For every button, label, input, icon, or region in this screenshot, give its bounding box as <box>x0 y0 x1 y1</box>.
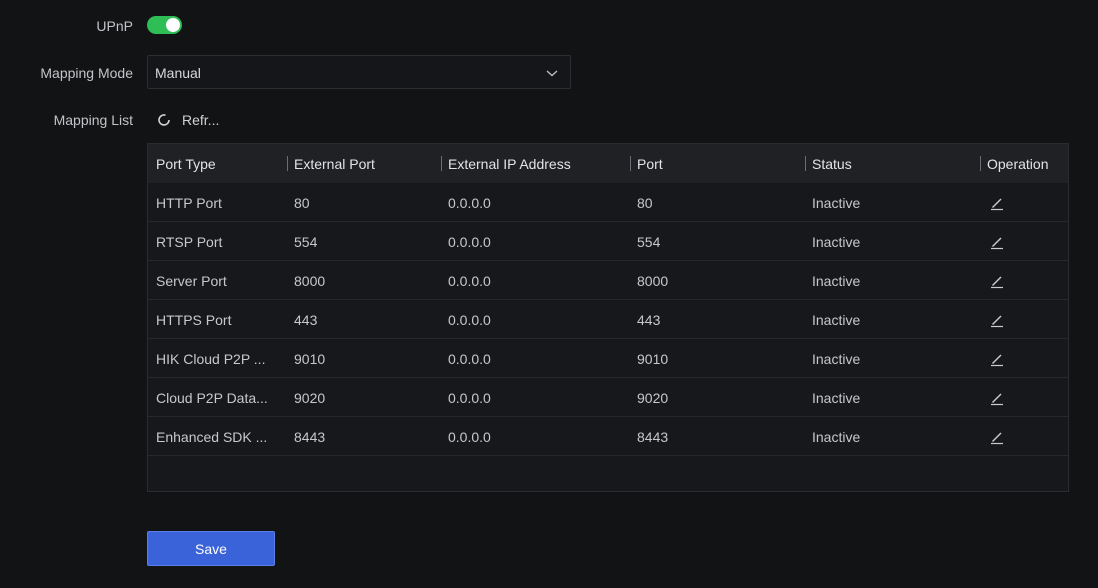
edit-button[interactable] <box>988 350 1006 368</box>
column-separator[interactable] <box>287 156 288 171</box>
cell-port-type: Cloud P2P Data... <box>156 390 268 406</box>
edit-button[interactable] <box>988 233 1006 251</box>
upnp-label: UPnP <box>96 18 133 34</box>
cell-external-ip: 0.0.0.0 <box>448 429 491 445</box>
cell-port-type: Enhanced SDK ... <box>156 429 268 445</box>
cell-port-type: HTTPS Port <box>156 312 232 328</box>
cell-port-type: HIK Cloud P2P ... <box>156 351 266 367</box>
cell-status: Inactive <box>812 390 861 406</box>
mapping-mode-value: Manual <box>155 65 201 81</box>
cell-status: Inactive <box>812 273 861 289</box>
chevron-down-icon <box>546 70 558 77</box>
cell-external-port: 9020 <box>294 390 326 406</box>
column-separator[interactable] <box>805 156 806 171</box>
edit-pencil-icon <box>991 432 1003 445</box>
upnp-settings-page: UPnP Mapping Mode Manual Mapping List Re… <box>0 0 1098 588</box>
cell-port: 8000 <box>637 273 669 289</box>
cell-status: Inactive <box>812 312 861 328</box>
column-separator[interactable] <box>980 156 981 171</box>
table-row: HTTP Port 80 0.0.0.0 80 Inactive <box>148 183 1068 222</box>
column-separator[interactable] <box>630 156 631 171</box>
cell-port: 9020 <box>637 390 669 406</box>
cell-external-port: 443 <box>294 312 318 328</box>
table-row: HTTPS Port 443 0.0.0.0 443 Inactive <box>148 300 1068 339</box>
refresh-label: Refr... <box>182 112 220 128</box>
cell-external-ip: 0.0.0.0 <box>448 195 491 211</box>
cell-external-port: 9010 <box>294 351 326 367</box>
header-port-type: Port Type <box>156 156 216 172</box>
cell-port: 8443 <box>637 429 669 445</box>
cell-external-ip: 0.0.0.0 <box>448 234 491 250</box>
edit-pencil-icon <box>991 315 1003 328</box>
cell-port-type: HTTP Port <box>156 195 222 211</box>
cell-port: 9010 <box>637 351 669 367</box>
cell-external-ip: 0.0.0.0 <box>448 390 491 406</box>
header-external-port: External Port <box>294 156 375 172</box>
cell-external-ip: 0.0.0.0 <box>448 351 491 367</box>
cell-status: Inactive <box>812 234 861 250</box>
mapping-mode-select[interactable]: Manual <box>147 55 571 89</box>
cell-external-port: 554 <box>294 234 318 250</box>
cell-external-ip: 0.0.0.0 <box>448 312 491 328</box>
edit-pencil-icon <box>991 393 1003 406</box>
edit-pencil-icon <box>991 354 1003 367</box>
save-button[interactable]: Save <box>147 531 275 566</box>
cell-external-port: 8000 <box>294 273 326 289</box>
cell-port: 554 <box>637 234 661 250</box>
table-row: RTSP Port 554 0.0.0.0 554 Inactive <box>148 222 1068 261</box>
table-row: Server Port 8000 0.0.0.0 8000 Inactive <box>148 261 1068 300</box>
refresh-button[interactable]: Refr... <box>156 110 219 130</box>
cell-port-type: Server Port <box>156 273 227 289</box>
edit-button[interactable] <box>988 194 1006 212</box>
edit-button[interactable] <box>988 428 1006 446</box>
edit-pencil-icon <box>991 198 1003 211</box>
cell-port: 443 <box>637 312 661 328</box>
cell-external-port: 80 <box>294 195 310 211</box>
table-row: Enhanced SDK ... 8443 0.0.0.0 8443 Inact… <box>148 417 1068 456</box>
column-separator[interactable] <box>441 156 442 171</box>
cell-status: Inactive <box>812 429 861 445</box>
edit-button[interactable] <box>988 311 1006 329</box>
header-external-ip: External IP Address <box>448 156 571 172</box>
cell-external-ip: 0.0.0.0 <box>448 273 491 289</box>
cell-external-port: 8443 <box>294 429 326 445</box>
header-operation: Operation <box>987 156 1049 172</box>
table-row: HIK Cloud P2P ... 9010 0.0.0.0 9010 Inac… <box>148 339 1068 378</box>
cell-port: 80 <box>637 195 653 211</box>
cell-status: Inactive <box>812 195 861 211</box>
edit-button[interactable] <box>988 272 1006 290</box>
cell-port-type: RTSP Port <box>156 234 223 250</box>
table-row: Cloud P2P Data... 9020 0.0.0.0 9020 Inac… <box>148 378 1068 417</box>
table-header: Port Type External Port External IP Addr… <box>148 144 1068 183</box>
mapping-list-label: Mapping List <box>53 112 133 128</box>
toggle-knob <box>166 18 180 32</box>
edit-pencil-icon <box>991 276 1003 289</box>
edit-button[interactable] <box>988 389 1006 407</box>
mapping-mode-label: Mapping Mode <box>40 65 133 81</box>
refresh-icon <box>158 114 170 126</box>
cell-status: Inactive <box>812 351 861 367</box>
upnp-toggle[interactable] <box>147 16 182 34</box>
edit-pencil-icon <box>991 237 1003 250</box>
header-port: Port <box>637 156 663 172</box>
header-status: Status <box>812 156 852 172</box>
mapping-table: Port Type External Port External IP Addr… <box>147 143 1069 492</box>
